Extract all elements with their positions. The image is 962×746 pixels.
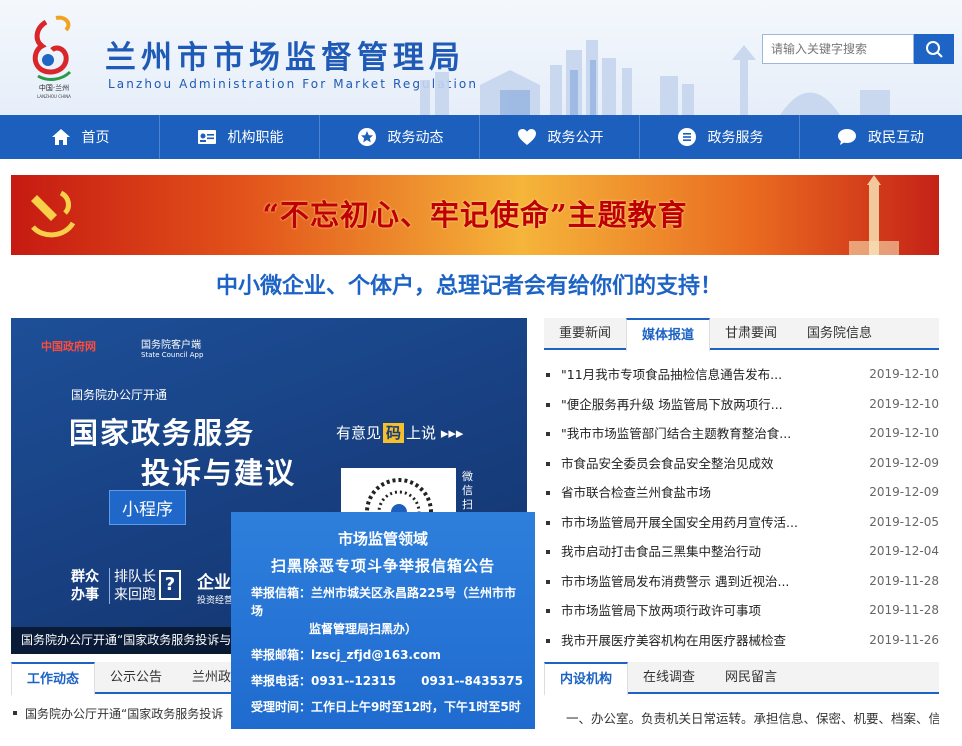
nav-gov-disclosure[interactable]: 政务公开: [480, 115, 640, 159]
news-item[interactable]: "我市市场监管部门结合主题教育整治食... 2019-12-10: [544, 419, 939, 449]
notice-mail-address-cont: 监督管理局扫黑办）: [309, 622, 418, 636]
site-header: 中国·兰州 LANZHOU CHINA 兰州市市场监督管理局 Lanzhou A…: [0, 0, 962, 115]
news-title[interactable]: 省市联合检查兰州食盐市场: [561, 478, 801, 508]
notice-phone: 举报电话：0931--12315 0931--8435375: [251, 674, 523, 688]
news-item[interactable]: 市市场监管局发布消费警示 遇到近视治... 2019-11-28: [544, 567, 939, 597]
tab-media-reports[interactable]: 媒体报道: [626, 318, 711, 352]
tab-gansu-news[interactable]: 甘肃要闻: [710, 318, 792, 350]
tab-work-updates[interactable]: 工作动态: [11, 662, 96, 696]
tab-important-news[interactable]: 重要新闻: [544, 318, 626, 350]
nav-label: 首页: [81, 130, 110, 146]
notice-title-line2: 扫黑除恶专项斗争举报信箱公告: [270, 557, 495, 575]
nav-gov-news[interactable]: 政务动态: [320, 115, 480, 159]
news-title[interactable]: 我市启动打击食品三黑集中整治行动: [561, 537, 801, 567]
gov-site-logo: 中国政府网: [41, 340, 96, 353]
nav-label: 政民互动: [868, 130, 924, 146]
tab-internal-orgs[interactable]: 内设机构: [544, 662, 629, 696]
poster-title-line2: 投诉与建议: [141, 456, 297, 490]
news-title[interactable]: "11月我市专项食品抽检信息通告发布...: [561, 360, 801, 390]
news-item[interactable]: 我市启动打击食品三黑集中整治行动 2019-12-04: [544, 537, 939, 567]
report-mailbox-notice[interactable]: 市场监管领域 扫黑除恶专项斗争举报信箱公告 举报信箱：兰州市城关区永昌路225号…: [231, 512, 535, 745]
main-nav: 首页 机构职能 政务动态 政务公开 政务服务 政民互动: [0, 115, 962, 159]
state-council-app-logo: 国务院客户端 State Council App: [141, 340, 204, 359]
notice-hours: 受理时间：工作日上午9时至12时，下午1时至5时: [251, 700, 521, 714]
news-tabs: 重要新闻 媒体报道 甘肃要闻 国务院信息: [544, 318, 939, 352]
news-date: 2019-12-05: [869, 514, 939, 529]
news-title[interactable]: 市市场监管局下放两项行政许可事项: [561, 596, 801, 626]
question-mark-icon: ?: [159, 570, 181, 600]
news-item[interactable]: 我市开展医疗美容机构在用医疗器械检查 2019-11-26: [544, 626, 939, 656]
news-title[interactable]: 市食品安全委员会食品安全整治见成效: [561, 449, 801, 479]
news-item[interactable]: 市市场监管局开展全国安全用药月宣传活... 2019-12-05: [544, 508, 939, 538]
nav-home[interactable]: 首页: [0, 115, 160, 159]
id-card-icon: [196, 126, 218, 148]
poster-queue-label: 排队长来回跑: [109, 568, 157, 604]
dept-panel: 内设机构 在线调查 网民留言 一、办公室。负责机关日常运转。承担信息、保密、机要…: [544, 662, 939, 726]
news-title[interactable]: "便企服务再升级 场监管局下放两项行...: [561, 390, 801, 420]
news-title[interactable]: 市市场监管局发布消费警示 遇到近视治...: [561, 567, 801, 597]
poster-open-label: 国务院办公厅开通: [71, 388, 168, 402]
scan-label: 微信扫: [462, 470, 473, 511]
news-date: 2019-11-28: [869, 603, 939, 617]
search-icon: [926, 41, 943, 58]
dept-tabs: 内设机构 在线调查 网民留言: [544, 662, 939, 696]
heart-icon: [516, 126, 538, 148]
nav-label: 政务公开: [547, 130, 604, 146]
news-date: 2019-12-10: [869, 367, 939, 381]
news-title[interactable]: 市市场监管局开展全国安全用药月宣传活...: [561, 508, 801, 538]
theme-education-banner[interactable]: “不忘初心、牢记使命”主题教育: [11, 175, 939, 255]
tab-state-council-info[interactable]: 国务院信息: [792, 318, 887, 350]
search-input[interactable]: [762, 34, 914, 64]
search-button[interactable]: [914, 34, 954, 64]
poster-feedback-slogan: 有意见码上说 ▸▸▸: [336, 423, 464, 443]
news-item[interactable]: 市市场监管局下放两项行政许可事项 2019-11-28: [544, 596, 939, 626]
site-logo[interactable]: 中国·兰州 LANZHOU CHINA: [26, 14, 82, 100]
svg-text:LANZHOU CHINA: LANZHOU CHINA: [37, 94, 71, 99]
dept-description: 一、办公室。负责机关日常运转。承担信息、保密、机要、档案、信: [566, 711, 939, 726]
news-date: 2019-11-26: [869, 632, 939, 647]
news-date: 2019-12-10: [869, 396, 939, 411]
star-icon: [356, 126, 378, 148]
news-title[interactable]: 我市开展医疗美容机构在用医疗器械检查: [561, 626, 801, 656]
nav-label: 政务服务: [707, 130, 764, 146]
monument-illustration: [849, 175, 899, 255]
list-icon: [676, 126, 698, 148]
banner-text: “不忘初心、牢记使命”主题教育: [262, 198, 688, 232]
poster-title-line1: 国家政务服务: [69, 416, 256, 450]
nav-org-functions[interactable]: 机构职能: [160, 115, 320, 159]
news-item[interactable]: "11月我市专项食品抽检信息通告发布... 2019-12-10: [544, 360, 939, 390]
news-item[interactable]: 市食品安全委员会食品安全整治见成效 2019-12-09: [544, 449, 939, 479]
poster-business-label: 企业 投资经营: [197, 573, 234, 606]
nav-gov-services[interactable]: 政务服务: [640, 115, 800, 159]
news-date: 2019-12-04: [869, 544, 939, 558]
news-title[interactable]: "我市市场监管部门结合主题教育整治食...: [561, 419, 801, 449]
notice-mail-address: 举报信箱：兰州市城关区永昌路225号（兰州市市场: [251, 586, 517, 618]
news-date: 2019-12-09: [869, 455, 939, 470]
nav-label: 机构职能: [227, 130, 284, 146]
nav-interaction[interactable]: 政民互动: [800, 115, 960, 159]
poster-masses-label: 群众办事: [71, 569, 99, 603]
news-list: "11月我市专项食品抽检信息通告发布... 2019-12-10 "便企服务再升级…: [544, 360, 939, 655]
headline-link[interactable]: 中小微企业、个体户，总理记者会有给你们的支持！: [0, 268, 938, 300]
news-date: 2019-12-09: [869, 485, 939, 499]
notice-title-line1: 市场监管领域: [337, 530, 428, 548]
nav-label: 政务动态: [387, 130, 444, 146]
news-item[interactable]: 省市联合检查兰州食盐市场 2019-12-09: [544, 478, 939, 508]
news-item[interactable]: "便企服务再升级 场监管局下放两项行... 2019-12-10: [544, 390, 939, 420]
notice-footer: 欢迎社会各界和广大人民群众踊跃举报: [289, 732, 477, 745]
tab-public-notices[interactable]: 公示公告: [95, 662, 177, 694]
tab-netizen-messages[interactable]: 网民留言: [710, 662, 792, 694]
home-icon: [50, 126, 72, 148]
news-date: 2019-12-10: [869, 426, 939, 440]
svg-text:中国·兰州: 中国·兰州: [39, 83, 69, 92]
news-date: 2019-11-28: [869, 573, 939, 588]
poster-mini-program-badge: 小程序: [109, 490, 186, 525]
chat-icon: [836, 126, 858, 148]
tab-online-survey[interactable]: 在线调查: [628, 662, 710, 694]
notice-email: 举报邮箱：lzscj_zfjd@163.com: [251, 648, 441, 662]
work-list-item[interactable]: 国务院办公厅开通“国家政务服务投诉: [11, 705, 223, 722]
news-panel: 重要新闻 媒体报道 甘肃要闻 国务院信息 "11月我市专项食品抽检信息通告发布.…: [544, 318, 939, 655]
